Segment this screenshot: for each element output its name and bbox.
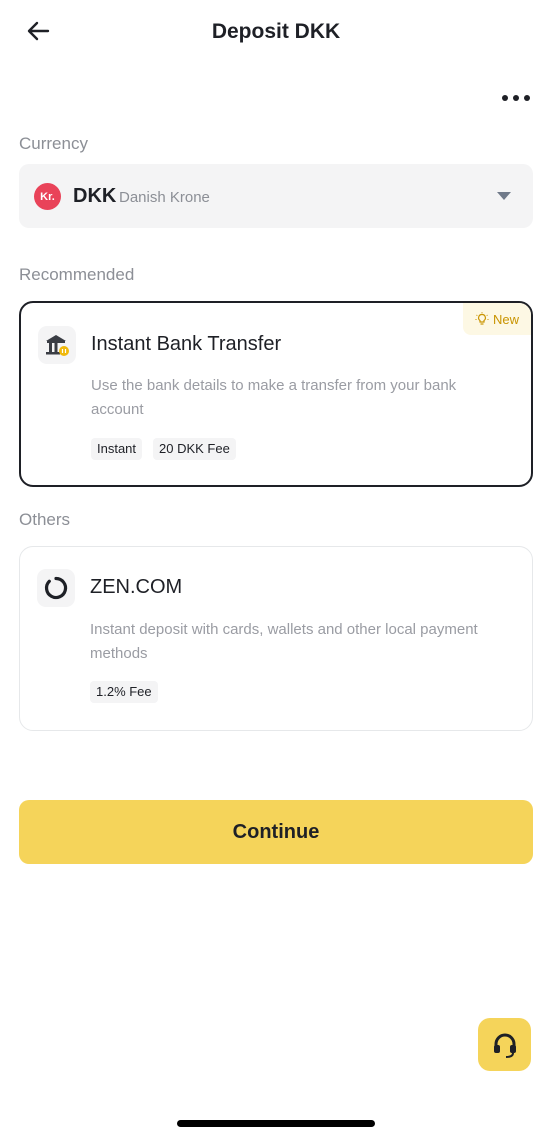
recommended-section-label: Recommended: [19, 265, 135, 284]
header: Deposit DKK: [0, 0, 552, 66]
more-options-button[interactable]: [500, 88, 534, 108]
new-badge-label: New: [492, 311, 519, 327]
method-description: Instant deposit with cards, wallets and …: [90, 621, 478, 662]
more-icon: [502, 95, 530, 101]
bank-icon: [38, 326, 76, 364]
currency-name: Danish Krone: [119, 189, 210, 206]
others-section-label: Others: [19, 510, 71, 529]
support-button[interactable]: [478, 1018, 531, 1071]
continue-button[interactable]: Continue: [19, 800, 533, 864]
tag-speed: Instant: [91, 438, 143, 460]
page-title: Deposit DKK: [211, 20, 341, 43]
payment-method-card-instant-bank-transfer[interactable]: New Instant Bank Transfer Use the bank d…: [19, 301, 533, 487]
tag-fee: 1.2% Fee: [90, 681, 158, 703]
payment-method-card-zen[interactable]: ZEN.COM Instant deposit with cards, wall…: [19, 546, 533, 731]
home-indicator: [177, 1120, 375, 1127]
headset-icon: [493, 1033, 516, 1058]
currency-select[interactable]: Kr. DKK Danish Krone: [19, 164, 533, 228]
method-description: Use the bank details to make a transfer …: [91, 377, 457, 418]
currency-section-label: Currency: [19, 134, 88, 153]
caret-down-icon: [497, 192, 511, 200]
method-title: ZEN.COM: [90, 576, 183, 598]
zen-logo-icon: [37, 569, 75, 607]
method-title: Instant Bank Transfer: [91, 333, 282, 355]
tag-fee: 20 DKK Fee: [153, 438, 236, 460]
currency-code: DKK: [73, 185, 117, 207]
lightbulb-icon: [475, 312, 489, 325]
new-badge: New: [463, 303, 531, 335]
currency-badge-icon: Kr.: [34, 183, 61, 210]
